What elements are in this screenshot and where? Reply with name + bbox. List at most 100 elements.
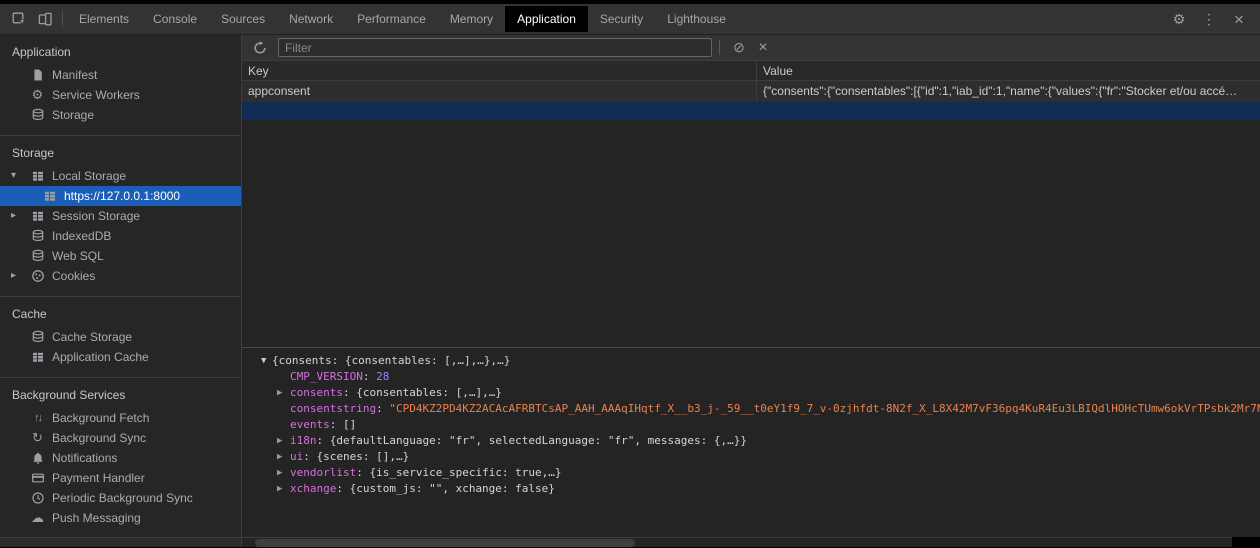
value-preview-pane: ▼{consents: {consentables: [,…],…},…}CMP… (242, 347, 1260, 537)
sidebar-item-https-127-0-0-1-8000[interactable]: https://127.0.0.1:8000 (0, 186, 241, 206)
storage-items-table: Key Value appconsent {"consents":{"conse… (242, 61, 1260, 347)
fetch-icon: ↑↓ (30, 411, 45, 426)
tab-elements[interactable]: Elements (67, 6, 141, 32)
expander-closed-icon[interactable]: ▶ (277, 465, 289, 481)
device-toolbar-icon[interactable] (32, 7, 58, 31)
separator (62, 11, 63, 27)
tree-segment-plain: : (356, 466, 369, 479)
expander-closed-icon[interactable]: ▶ (277, 433, 289, 449)
table-icon (30, 350, 45, 365)
sidebar-item-label: Cookies (52, 269, 95, 283)
tree-segment-plain: : (336, 482, 349, 495)
sidebar-item-periodic-background-sync[interactable]: Periodic Background Sync (0, 488, 241, 508)
application-sidebar: ApplicationManifest⚙Service WorkersStora… (0, 35, 242, 547)
sidebar-item-manifest[interactable]: Manifest (0, 65, 241, 85)
sidebar-item-label: Session Storage (52, 209, 140, 223)
tree-line-root[interactable]: ▼{consents: {consentables: [,…],…},…} (242, 353, 1260, 369)
sidebar-item-service-workers[interactable]: ⚙Service Workers (0, 85, 241, 105)
sidebar-item-label: Background Sync (52, 431, 146, 445)
sidebar-item-session-storage[interactable]: ▸ Session Storage (0, 206, 241, 226)
tree-segment-key: events (290, 418, 330, 431)
expander-closed-icon[interactable]: ▶ (277, 481, 289, 497)
sidebar-item-payment-handler[interactable]: Payment Handler (0, 468, 241, 488)
sidebar-item-storage[interactable]: Storage (0, 105, 241, 125)
scrollbar-corner (1232, 537, 1260, 548)
sidebar-item-indexeddb[interactable]: IndexedDB (0, 226, 241, 246)
sidebar-item-push-messaging[interactable]: ☁Push Messaging (0, 508, 241, 528)
sidebar-item-label: Background Fetch (52, 411, 149, 425)
tree-segment-key: consents (290, 386, 343, 399)
column-header-value[interactable]: Value (757, 61, 1260, 80)
tab-lighthouse[interactable]: Lighthouse (655, 6, 738, 32)
tree-line-i18n[interactable]: ▶i18n: {defaultLanguage: "fr", selectedL… (242, 433, 1260, 449)
sidebar-item-local-storage[interactable]: ▾ Local Storage (0, 166, 241, 186)
chevron-right-icon[interactable]: ▸ (11, 206, 23, 226)
tree-line-cmp-version[interactable]: CMP_VERSION: 28 (242, 369, 1260, 385)
tree-line-ui[interactable]: ▶ui: {scenes: [],…} (242, 449, 1260, 465)
kebab-menu-icon[interactable]: ⋮ (1196, 7, 1222, 31)
clock-icon (30, 491, 45, 506)
sidebar-item-label: Storage (52, 108, 94, 122)
tree-line-consentstring[interactable]: consentstring: "CPD4KZ2PD4KZ2ACAcAFRBTCs… (242, 401, 1260, 417)
tree-segment-plain: : (363, 370, 376, 383)
column-header-key[interactable]: Key (242, 61, 757, 80)
sidebar-item-label: https://127.0.0.1:8000 (64, 189, 180, 203)
sidebar-item-cache-storage[interactable]: Cache Storage (0, 327, 241, 347)
tree-line-consents[interactable]: ▶consents: {consentables: [,…],…} (242, 385, 1260, 401)
tree-segment-plain: {custom_js: "", xchange: false} (350, 482, 555, 495)
gear-icon: ⚙ (30, 88, 45, 103)
tree-segment-key: ui (290, 450, 303, 463)
sidebar-scrollbar[interactable] (0, 537, 241, 547)
tree-line-vendorlist[interactable]: ▶vendorlist: {is_service_specific: true,… (242, 465, 1260, 481)
devtools-tabbar: ElementsConsoleSourcesNetworkPerformance… (0, 0, 1260, 35)
chevron-down-icon[interactable]: ▾ (11, 166, 23, 186)
tree-segment-plain: [] (343, 418, 356, 431)
tree-segment-key: i18n (290, 434, 317, 447)
chevron-right-icon[interactable]: ▸ (11, 266, 23, 286)
sidebar-item-background-fetch[interactable]: ↑↓ Background Fetch (0, 408, 241, 428)
tab-network[interactable]: Network (277, 6, 345, 32)
storage-key-cell[interactable]: appconsent (242, 81, 757, 102)
expander-closed-icon[interactable]: ▶ (277, 449, 289, 465)
table-row[interactable]: appconsent {"consents":{"consentables":[… (242, 81, 1260, 102)
tab-performance[interactable]: Performance (345, 6, 438, 32)
settings-gear-icon[interactable]: ⚙ (1166, 7, 1192, 31)
sidebar-item-cookies[interactable]: ▸ Cookies (0, 266, 241, 286)
selected-empty-row[interactable] (242, 102, 1260, 120)
table-icon (42, 189, 57, 204)
tab-console[interactable]: Console (141, 6, 209, 32)
storage-value-cell[interactable]: {"consents":{"consentables":[{"id":1,"ia… (757, 81, 1260, 102)
separator (719, 40, 720, 55)
sidebar-item-application-cache[interactable]: Application Cache (0, 347, 241, 367)
delete-selected-icon[interactable]: × (751, 37, 775, 59)
table-icon (30, 209, 45, 224)
tab-sources[interactable]: Sources (209, 6, 277, 32)
sidebar-item-web-sql[interactable]: Web SQL (0, 246, 241, 266)
expander-open-icon[interactable]: ▼ (261, 353, 273, 369)
sidebar-item-label: Push Messaging (52, 511, 141, 525)
sidebar-item-notifications[interactable]: Notifications (0, 448, 241, 468)
tab-application[interactable]: Application (505, 6, 588, 32)
sidebar-tree: ApplicationManifest⚙Service WorkersStora… (0, 35, 241, 537)
tab-memory[interactable]: Memory (438, 6, 505, 32)
expander-closed-icon[interactable]: ▶ (277, 385, 289, 401)
table-empty-area[interactable] (242, 120, 1260, 347)
refresh-icon[interactable] (248, 37, 272, 59)
tree-line-events[interactable]: events: [] (242, 417, 1260, 433)
sidebar-item-label: Cache Storage (52, 330, 132, 344)
database-icon (30, 249, 45, 264)
tab-security[interactable]: Security (588, 6, 655, 32)
sidebar-section-title: Cache (0, 301, 241, 327)
tree-line-xchange[interactable]: ▶xchange: {custom_js: "", xchange: false… (242, 481, 1260, 497)
filter-input[interactable] (278, 38, 712, 57)
inspect-element-icon[interactable] (6, 7, 32, 31)
close-devtools-icon[interactable]: × (1226, 7, 1252, 31)
scrollbar-thumb[interactable] (255, 539, 635, 547)
tree-segment-number: 28 (376, 370, 389, 383)
clear-all-icon[interactable]: ⊘ (727, 37, 751, 59)
sidebar-item-background-sync[interactable]: ↻ Background Sync (0, 428, 241, 448)
sidebar-section-cache: Cache Cache Storage Application Cache (0, 297, 241, 378)
sync-icon: ↻ (30, 431, 45, 446)
sidebar-item-label: Local Storage (52, 169, 126, 183)
horizontal-scrollbar[interactable] (242, 537, 1260, 547)
